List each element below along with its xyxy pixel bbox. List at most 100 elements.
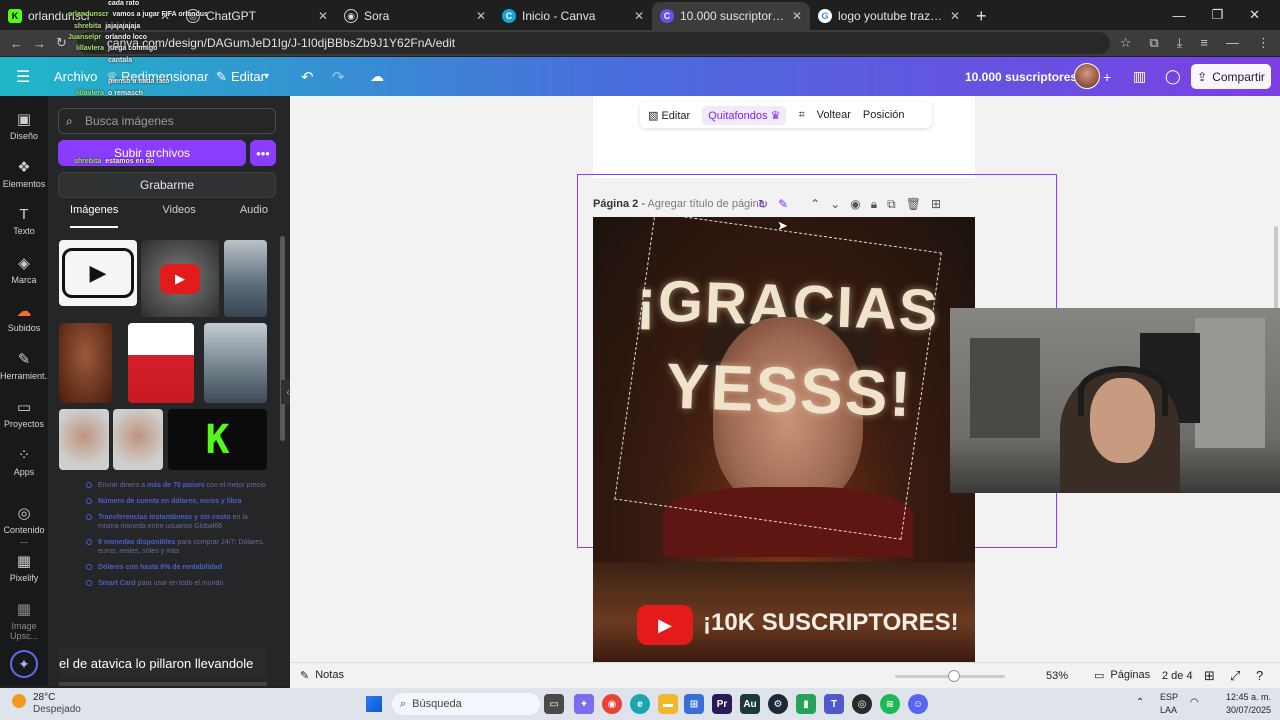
close-icon[interactable]: ✕ — [950, 9, 960, 23]
tab-imagenes[interactable]: Imágenes — [70, 204, 119, 228]
edge-icon[interactable]: e — [630, 694, 650, 714]
system-tray-chevron-icon[interactable]: ⌃ — [1136, 697, 1144, 708]
upload-thumbnail-photo[interactable] — [59, 409, 109, 470]
help-icon[interactable]: ? — [1256, 668, 1263, 683]
trash-icon[interactable]: 🗑︎ — [906, 197, 921, 212]
edit-image-button[interactable]: ▧ Editar — [648, 109, 690, 122]
close-icon[interactable]: ✕ — [634, 9, 644, 23]
spotify-icon[interactable]: ≋ — [880, 694, 900, 714]
page-2-canvas[interactable]: ¡GRACIAS YESSS! ▶ ¡10K SUSCRIPTORES! — [593, 217, 975, 662]
hide-icon[interactable]: ◉ — [850, 197, 860, 212]
wifi-icon[interactable]: ◠ — [1190, 697, 1199, 708]
audition-icon[interactable]: Au — [740, 694, 760, 714]
premiere-icon[interactable]: Pr — [712, 694, 732, 714]
notes-button[interactable]: ✎ Notas — [300, 669, 344, 682]
upload-files-button[interactable]: Subir archivos — [58, 140, 246, 166]
zoom-slider-handle[interactable] — [948, 670, 960, 682]
rail-item-herramientas[interactable]: ✎ Herramient... — [0, 350, 52, 381]
menu-icon[interactable]: ⋮ — [1257, 35, 1270, 51]
back-icon[interactable]: ← — [10, 36, 23, 51]
close-window-icon[interactable]: ✕ — [1249, 7, 1260, 23]
obs-icon[interactable]: ◎ — [852, 694, 872, 714]
position-button[interactable]: Posición — [863, 109, 905, 121]
chrome-icon[interactable]: ◉ — [602, 694, 622, 714]
close-icon[interactable]: ✕ — [792, 9, 802, 23]
zoom-level[interactable]: 53% — [1046, 670, 1068, 682]
rail-item-marca[interactable]: ◈ Marca — [0, 254, 48, 285]
comments-icon[interactable]: ◯ — [1165, 68, 1181, 85]
weather-desc[interactable]: Despejado — [33, 704, 81, 715]
lock-icon[interactable]: 🔒︎ — [871, 197, 877, 212]
upload-thumbnail-photo[interactable] — [128, 323, 194, 403]
archivo-menu[interactable]: Archivo — [54, 69, 97, 84]
insights-icon[interactable]: ▥ — [1133, 68, 1146, 85]
chevron-up-icon[interactable]: ⌃ — [810, 197, 820, 212]
weather-temp[interactable]: 28°C — [33, 692, 55, 703]
browser-tab[interactable]: G logo youtube trazo - Buscar con ✕ — [810, 2, 968, 30]
url-field[interactable]: canva.com/design/DAGumJeD1Ig/J-1I0djBBbs… — [76, 32, 1110, 54]
rail-item-diseno[interactable]: ▣ Diseño — [0, 110, 48, 141]
reload-icon[interactable]: ↻ — [56, 35, 67, 51]
record-yourself-button[interactable]: Grabarme — [58, 172, 276, 198]
rail-item-contenido[interactable]: ◎ Contenido ... — [0, 504, 48, 545]
panel-scrollbar[interactable] — [280, 236, 285, 441]
upload-thumbnail-kick-logo[interactable]: K — [168, 409, 267, 470]
file-explorer-icon[interactable]: ▬ — [658, 694, 678, 714]
discord-icon[interactable]: ☺ — [908, 694, 928, 714]
upload-thumbnail-photo[interactable] — [59, 323, 112, 403]
windows-start-icon[interactable] — [366, 696, 382, 712]
close-icon[interactable]: ✕ — [160, 9, 170, 23]
subscribers-text[interactable]: ¡10K SUSCRIPTORES! — [703, 609, 959, 637]
media-icon[interactable]: ≡ — [1200, 35, 1208, 51]
close-icon[interactable]: ✕ — [318, 9, 328, 23]
editar-menu[interactable]: Editar — [231, 69, 265, 84]
browser-tab[interactable]: C Inicio - Canva ✕ — [494, 2, 652, 30]
task-view-icon[interactable]: ▭ — [544, 694, 564, 714]
rail-item-proyectos[interactable]: ▭ Proyectos — [0, 398, 48, 429]
upload-thumbnail-photo[interactable] — [224, 240, 267, 317]
clock-time[interactable]: 12:45 a. m. — [1226, 692, 1271, 702]
add-page-icon[interactable]: ⊞ — [931, 197, 941, 212]
more-options-button[interactable]: ••• — [250, 140, 276, 166]
chevron-down-icon[interactable]: ⌄ — [830, 197, 840, 212]
upload-thumbnail-photo[interactable] — [204, 323, 267, 403]
sidepanel-icon[interactable]: — — [1226, 35, 1239, 51]
crop-icon[interactable]: ⌗ — [798, 109, 804, 122]
close-icon[interactable]: ✕ — [476, 9, 486, 23]
tab-audio[interactable]: Audio — [240, 204, 268, 228]
grid-view-icon[interactable]: ⊞ — [1204, 668, 1215, 684]
copilot-icon[interactable]: ✦ — [574, 694, 594, 714]
rail-item-texto[interactable]: T Texto — [0, 206, 48, 236]
rail-item-image-upscaler[interactable]: ▦ Image Upsc... — [0, 600, 48, 641]
tab-videos[interactable]: Videos — [162, 204, 195, 228]
magic-assistant-button[interactable]: ✦ — [10, 650, 38, 678]
forward-icon[interactable]: → — [33, 36, 46, 51]
browser-tab-active[interactable]: C 10.000 suscriptores - Tu historia ✕ — [652, 2, 810, 30]
clock-date[interactable]: 30/07/2025 — [1226, 705, 1271, 715]
refresh-icon[interactable]: ↻ — [758, 197, 768, 212]
flip-button[interactable]: Voltear — [817, 109, 851, 121]
rail-item-elementos[interactable]: ❖ Elementos — [0, 158, 48, 189]
undo-icon[interactable]: ↶ — [301, 68, 314, 86]
pages-button[interactable]: ▭ Páginas — [1094, 669, 1150, 682]
upload-thumbnail-photo[interactable] — [113, 409, 163, 470]
upload-thumbnail-play-icon[interactable]: ▶ — [59, 240, 137, 306]
rail-item-apps[interactable]: ⁘ Apps — [0, 446, 48, 477]
cloud-save-icon[interactable]: ☁ — [370, 68, 384, 85]
minimize-icon[interactable]: — — [1172, 8, 1185, 23]
design-title[interactable]: 10.000 suscriptores — [965, 70, 1077, 84]
rotated-selection-box[interactable] — [614, 217, 942, 540]
menu-hamburger-icon[interactable]: ☰ — [16, 67, 30, 87]
taskbar-search[interactable]: ⌕ Búsqueda — [392, 693, 540, 715]
browser-tab[interactable]: ◉ Sora ✕ — [336, 2, 494, 30]
rail-item-pixelify[interactable]: ▦ Pixelify — [0, 552, 48, 583]
extensions-icon[interactable]: ⧉ — [1149, 35, 1158, 51]
maximize-icon[interactable]: ❐ — [1211, 7, 1223, 23]
avatar[interactable] — [1074, 63, 1100, 89]
game-icon[interactable]: ▮ — [796, 694, 816, 714]
redo-icon[interactable]: ↷ — [332, 68, 345, 86]
browser-tab[interactable]: K orlandunscr ✕ — [0, 2, 178, 30]
teams-icon[interactable]: T — [824, 694, 844, 714]
keyboard-language[interactable]: ESP — [1160, 692, 1178, 702]
download-icon[interactable]: ⤓ — [1177, 35, 1183, 51]
